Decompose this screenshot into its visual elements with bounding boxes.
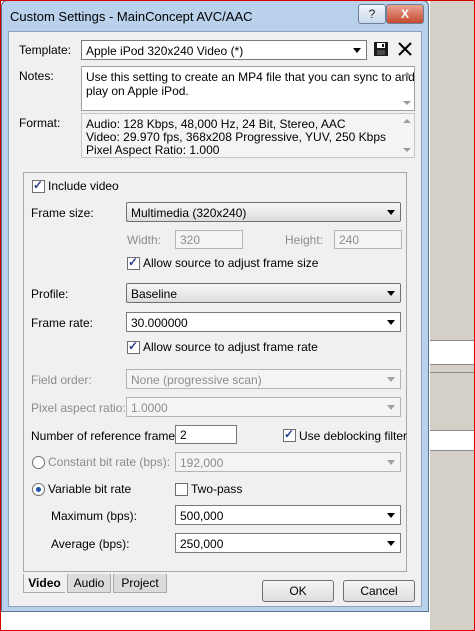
tab-video[interactable]: Video (23, 574, 65, 593)
background-divider (430, 340, 475, 341)
ref-frames-input[interactable]: 2 (175, 425, 237, 444)
format-scrollbar[interactable] (400, 114, 414, 157)
include-video-label: Include video (48, 179, 119, 193)
variable-bitrate-label: Variable bit rate (48, 482, 132, 496)
template-label: Template: (19, 43, 72, 57)
format-line: Audio: 128 Kbps, 48,000 Hz, 24 Bit, Ster… (86, 117, 346, 131)
background-app (430, 0, 475, 631)
format-label: Format: (19, 116, 61, 130)
dialog-body: Template: Apple iPod 320x240 Video (*) N… (8, 31, 422, 607)
two-pass-checkbox[interactable] (175, 483, 188, 496)
chevron-down-icon (387, 291, 395, 296)
background-divider (430, 364, 475, 365)
pixel-aspect-select[interactable]: 1.0000 (126, 397, 401, 417)
chevron-down-icon (387, 513, 395, 518)
delete-template-icon[interactable] (397, 41, 413, 57)
frame-rate-select[interactable]: 30.000000 (126, 312, 401, 332)
template-select[interactable]: Apple iPod 320x240 Video (*) (81, 40, 367, 60)
custom-settings-dialog: Custom Settings - MainConcept AVC/AAC ? … (1, 0, 429, 612)
chevron-down-icon (387, 210, 395, 215)
average-select[interactable]: 250,000 (175, 533, 401, 553)
background-divider (430, 430, 475, 431)
background-panel (430, 340, 475, 364)
chevron-down-icon (387, 405, 395, 410)
deblocking-checkbox[interactable] (283, 427, 296, 442)
chevron-down-icon (387, 320, 395, 325)
cancel-button[interactable]: Cancel (343, 580, 415, 602)
format-textarea: Audio: 128 Kbps, 48,000 Hz, 24 Bit, Ster… (81, 113, 415, 158)
allow-frame-rate-checkbox[interactable] (127, 339, 140, 354)
background-divider (430, 450, 475, 451)
profile-select[interactable]: Baseline (126, 283, 401, 303)
tab-audio[interactable]: Audio (67, 574, 111, 593)
notes-label: Notes: (19, 69, 54, 83)
variable-bitrate-radio[interactable] (32, 483, 45, 496)
allow-frame-size-checkbox[interactable] (127, 255, 140, 270)
save-template-icon[interactable] (373, 41, 389, 57)
pixel-aspect-label: Pixel aspect ratio: (31, 401, 126, 415)
chevron-down-icon (387, 377, 395, 382)
height-label: Height: (285, 233, 324, 247)
notes-scrollbar[interactable] (400, 67, 414, 110)
background-divider (430, 372, 475, 373)
constant-bitrate-select[interactable]: 192,000 (175, 452, 401, 472)
frame-rate-label: Frame rate: (31, 316, 94, 330)
field-order-select[interactable]: None (progressive scan) (126, 369, 401, 389)
field-order-label: Field order: (31, 373, 92, 387)
include-video-checkbox[interactable] (32, 178, 45, 193)
chevron-down-icon (353, 48, 361, 53)
two-pass-label: Two-pass (191, 482, 243, 496)
constant-bitrate-label: Constant bit rate (bps): (48, 455, 171, 469)
close-button[interactable]: X (386, 4, 424, 24)
constant-bitrate-radio[interactable] (32, 456, 45, 469)
width-input[interactable]: 320 (175, 230, 243, 249)
profile-label: Profile: (31, 287, 69, 301)
ok-button[interactable]: OK (262, 580, 334, 602)
chevron-down-icon (387, 541, 395, 546)
chevron-down-icon (387, 460, 395, 465)
notes-line: play on Apple iPod. (86, 84, 189, 98)
maximum-label: Maximum (bps): (51, 509, 138, 523)
notes-textarea[interactable]: Use this setting to create an MP4 file t… (81, 66, 415, 111)
frame-size-select[interactable]: Multimedia (320x240) (126, 202, 401, 222)
deblocking-label: Use deblocking filter (299, 429, 408, 443)
notes-line: Use this setting to create an MP4 file t… (86, 70, 415, 84)
height-input[interactable]: 240 (334, 230, 402, 249)
average-label: Average (bps): (51, 537, 130, 551)
width-label: Width: (127, 233, 162, 247)
allow-frame-size-label: Allow source to adjust frame size (143, 256, 319, 270)
allow-frame-rate-label: Allow source to adjust frame rate (143, 340, 318, 354)
maximum-select[interactable]: 500,000 (175, 505, 401, 525)
background-panel (430, 430, 475, 450)
video-tab-panel: Include video Frame size: Multimedia (32… (23, 172, 407, 572)
ref-frames-label: Number of reference frames: (31, 429, 185, 443)
format-line: Pixel Aspect Ratio: 1.000 (86, 143, 220, 157)
help-button[interactable]: ? (358, 4, 386, 24)
title-bar: Custom Settings - MainConcept AVC/AAC ? … (2, 1, 428, 29)
frame-size-label: Frame size: (31, 206, 94, 220)
window-title: Custom Settings - MainConcept AVC/AAC (10, 9, 253, 24)
format-line: Video: 29.970 fps, 368x208 Progressive, … (86, 130, 386, 144)
tab-project[interactable]: Project (113, 574, 167, 593)
